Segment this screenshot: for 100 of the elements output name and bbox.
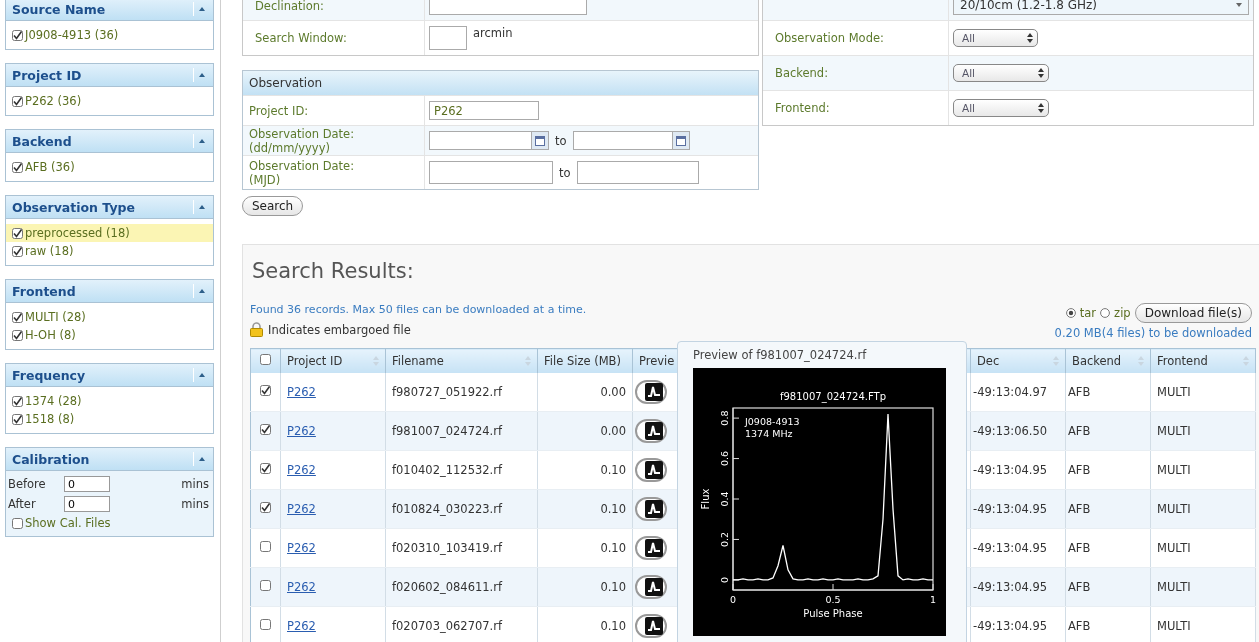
project-link[interactable]: P262 (287, 385, 316, 399)
preview-button[interactable] (635, 380, 667, 404)
field-label: Search Window: (255, 31, 347, 45)
checkbox[interactable] (12, 329, 23, 341)
field-label: After (8, 497, 37, 511)
updown-arrows-icon (1027, 33, 1033, 43)
format-label[interactable]: zip (1114, 306, 1131, 320)
radio-button[interactable] (1100, 308, 1111, 318)
select-field[interactable]: All (953, 99, 1049, 117)
checkbox[interactable] (12, 517, 23, 529)
preview-button[interactable] (635, 497, 667, 521)
table-cell: MULTI (1157, 385, 1191, 399)
checkbox[interactable] (12, 29, 23, 41)
project-link[interactable]: P262 (287, 541, 316, 555)
select-field[interactable]: 20/10cm (1.2-1.8 GHz) (953, 0, 1249, 15)
field-label: Before (8, 477, 47, 491)
filter-option[interactable]: 1374 (28) (25, 394, 82, 408)
pulse-icon (645, 578, 663, 596)
table-cell: -49:13:04.95 (973, 463, 1048, 477)
chart-annotation: 1374 MHz (745, 428, 793, 439)
preview-button[interactable] (635, 458, 667, 482)
date-field[interactable] (429, 131, 532, 150)
input-field[interactable]: P262 (429, 101, 539, 120)
input-field[interactable] (429, 26, 467, 50)
filter-option[interactable]: AFB (36) (25, 160, 75, 174)
input-field[interactable]: 0 (64, 496, 110, 512)
table-cell: AFB (1068, 424, 1091, 438)
preview-button[interactable] (635, 575, 667, 599)
y-tick-label: 0 (719, 576, 730, 583)
checkbox[interactable] (260, 580, 271, 591)
input-field[interactable]: 0 (64, 476, 110, 492)
preview-button[interactable] (635, 536, 667, 560)
preview-button[interactable] (635, 614, 667, 638)
checkbox[interactable] (12, 95, 23, 107)
popover-title: Preview of f981007_024724.rf (693, 348, 868, 362)
field-label: Frontend: (775, 101, 830, 115)
checkbox[interactable] (260, 424, 271, 435)
table-cell: f020703_062707.rf (392, 619, 503, 633)
select-field[interactable]: All (953, 64, 1049, 82)
input-field[interactable] (429, 161, 553, 184)
input-field[interactable] (576, 161, 699, 184)
filter-option[interactable]: P262 (36) (25, 94, 82, 108)
checkbox[interactable] (260, 541, 271, 552)
checkbox[interactable] (12, 413, 23, 425)
pulse-icon (645, 461, 663, 479)
panel-title: Backend (12, 133, 72, 149)
updown-arrows-icon (1038, 68, 1044, 78)
project-link[interactable]: P262 (287, 619, 316, 633)
project-link[interactable]: P262 (287, 502, 316, 516)
filter-option[interactable]: 1518 (8) (25, 412, 75, 426)
search-button[interactable]: Search (242, 196, 304, 216)
filter-option[interactable]: MULTI (28) (25, 310, 86, 324)
project-link[interactable]: P262 (287, 463, 316, 477)
checkbox[interactable] (12, 311, 23, 323)
preview-button[interactable] (635, 419, 667, 443)
checkbox[interactable] (260, 463, 271, 474)
table-cell: f981007_024724.rf (392, 424, 503, 438)
unit-label: mins (180, 477, 210, 491)
table-cell: -49:13:04.97 (973, 385, 1048, 399)
legend-text: Indicates embargoed file (268, 322, 411, 337)
field-label: Observation Date: (dd/mm/yyyy) (249, 126, 356, 155)
pulse-icon (645, 383, 663, 401)
radio-button[interactable] (1065, 308, 1076, 318)
checkbox[interactable] (12, 227, 23, 239)
filter-option[interactable]: raw (18) (25, 244, 74, 258)
x-tick-label: 0.5 (825, 594, 841, 605)
column-header[interactable]: Dec (977, 354, 1000, 368)
date-field[interactable] (572, 131, 673, 150)
select-field[interactable]: All (953, 29, 1038, 47)
table-cell: -49:13:04.95 (973, 541, 1048, 555)
filter-option[interactable]: J0908-4913 (36) (25, 28, 119, 42)
table-cell: f980727_051922.rf (392, 385, 503, 399)
checkbox[interactable] (260, 502, 271, 513)
checkbox[interactable] (12, 161, 23, 173)
y-tick-label: 0.4 (719, 491, 730, 507)
table-cell: 0.00 (600, 424, 626, 438)
checkbox[interactable] (260, 385, 271, 396)
select-all-checkbox[interactable] (260, 354, 271, 365)
input-field[interactable] (429, 0, 587, 15)
checkbox[interactable] (12, 245, 23, 257)
table-cell: MULTI (1157, 463, 1191, 477)
project-link[interactable]: P262 (287, 424, 316, 438)
option-label[interactable]: Show Cal. Files (25, 516, 111, 530)
caret-icon (198, 139, 205, 143)
checkbox[interactable] (260, 619, 271, 630)
table-cell: -49:13:04.95 (973, 619, 1048, 633)
filter-option[interactable]: H-OH (8) (25, 328, 76, 342)
calendar-button[interactable] (532, 131, 549, 150)
pulse-icon (645, 500, 663, 518)
checkbox[interactable] (12, 395, 23, 407)
format-label[interactable]: tar (1079, 306, 1097, 320)
download-button[interactable]: Download file(s) (1134, 303, 1252, 323)
project-link[interactable]: P262 (287, 580, 316, 594)
caret-icon (1236, 3, 1242, 7)
table-cell: f020310_103419.rf (392, 541, 503, 555)
column-header[interactable]: Filename (392, 354, 444, 368)
caret-icon (198, 289, 205, 293)
table-cell: f010402_112532.rf (392, 463, 503, 477)
table-cell: -49:13:06.50 (973, 424, 1048, 438)
table-cell: 0.10 (600, 541, 626, 555)
